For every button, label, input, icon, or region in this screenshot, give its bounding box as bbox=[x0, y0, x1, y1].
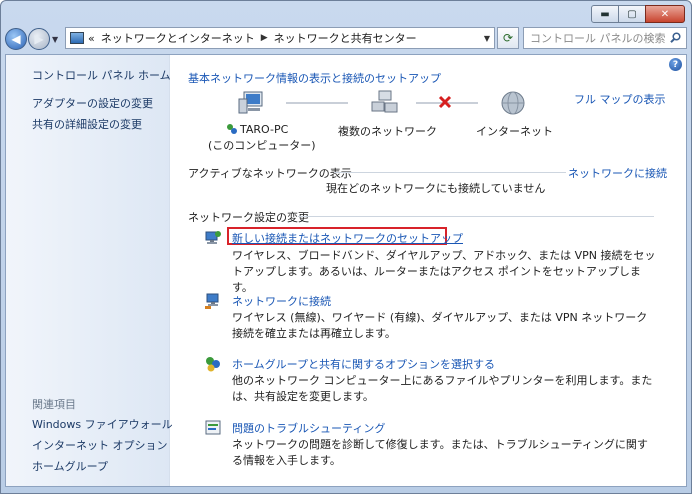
troubleshoot-icon bbox=[205, 420, 221, 435]
internet-globe-icon bbox=[501, 91, 525, 115]
map-internet[interactable]: インターネット bbox=[476, 123, 553, 139]
homegroup-small-icon bbox=[227, 124, 237, 134]
close-button[interactable]: ✕ bbox=[645, 5, 685, 23]
map-connection-line bbox=[286, 102, 348, 104]
forward-button[interactable]: ▶ bbox=[28, 28, 50, 50]
change-settings-heading: ネットワーク設定の変更 bbox=[188, 211, 309, 224]
task-connect-network-desc: ワイヤレス (無線)、ワイヤード (有線)、ダイヤルアップ、または VPN ネッ… bbox=[232, 311, 648, 340]
disconnected-x-icon bbox=[438, 95, 452, 109]
back-arrow-icon: ◀ bbox=[11, 32, 21, 46]
active-networks-heading: アクティブなネットワークの表示 bbox=[188, 167, 352, 180]
window: ▬ ▢ ✕ ◀ ▶ ▼ « ネットワークとインターネット ▶ ネットワークと共有… bbox=[0, 0, 692, 494]
search-icon[interactable] bbox=[670, 32, 681, 43]
task-troubleshoot-desc: ネットワークの問題を診断して修復します。または、トラブルシューティングに関する情… bbox=[232, 438, 648, 467]
minimize-button[interactable]: ▬ bbox=[591, 5, 619, 23]
breadcrumb-prefix[interactable]: « bbox=[88, 32, 95, 45]
breadcrumb-network-internet[interactable]: ネットワークとインターネット bbox=[101, 30, 255, 46]
task-homegroup-desc: 他のネットワーク コンピューター上にあるファイルやプリンターを利用します。または… bbox=[232, 374, 653, 403]
forward-arrow-icon: ▶ bbox=[34, 32, 44, 46]
address-bar[interactable]: « ネットワークとインターネット ▶ ネットワークと共有センター ▼ bbox=[65, 27, 495, 49]
task-troubleshoot-link[interactable]: 問題のトラブルシューティング bbox=[232, 420, 385, 436]
refresh-icon: ⟳ bbox=[502, 31, 514, 45]
back-button[interactable]: ◀ bbox=[5, 28, 27, 50]
navigation-bar: ◀ ▶ ▼ « ネットワークとインターネット ▶ ネットワークと共有センター ▼… bbox=[5, 27, 687, 51]
connect-network-link[interactable]: ネットワークに接続 bbox=[568, 165, 667, 181]
address-dropdown-icon[interactable]: ▼ bbox=[484, 34, 490, 43]
sidebar: コントロール パネル ホーム アダプターの設定の変更 共有の詳細設定の変更 関連… bbox=[6, 55, 173, 486]
main-panel: ? 基本ネットワーク情報の表示と接続のセットアップ フル マップの表示 TARO… bbox=[170, 55, 686, 486]
homegroup-icon bbox=[206, 357, 220, 372]
multiple-networks-icon bbox=[371, 90, 398, 113]
change-settings-divider bbox=[298, 216, 654, 217]
active-networks-divider bbox=[334, 172, 566, 173]
new-connection-icon bbox=[205, 231, 221, 244]
task-homegroup-link[interactable]: ホームグループと共有に関するオプションを選択する bbox=[232, 356, 495, 372]
search-placeholder: コントロール パネルの検索 bbox=[530, 32, 666, 45]
sidebar-item-advanced-sharing[interactable]: 共有の詳細設定の変更 bbox=[32, 116, 142, 132]
map-pc-subtitle: (このコンピューター) bbox=[208, 139, 316, 152]
task-new-connection-desc: ワイヤレス、ブロードバンド、ダイヤルアップ、アドホック、または VPN 接続をセ… bbox=[232, 249, 656, 294]
network-folder-icon bbox=[70, 32, 84, 44]
breadcrumb-sharing-center[interactable]: ネットワークと共有センター bbox=[274, 30, 417, 46]
sidebar-item-homegroup[interactable]: ホームグループ bbox=[32, 458, 108, 474]
computer-icon bbox=[238, 91, 263, 114]
search-box[interactable]: コントロール パネルの検索 bbox=[523, 27, 687, 49]
connect-network-icon bbox=[205, 293, 219, 309]
sidebar-item-adapter-settings[interactable]: アダプターの設定の変更 bbox=[32, 95, 153, 111]
task-new-connection-link[interactable]: 新しい接続またはネットワークのセットアップ bbox=[232, 230, 463, 246]
map-multiple-networks: 複数のネットワーク bbox=[338, 125, 437, 138]
sidebar-item-internet-options[interactable]: インターネット オプション bbox=[32, 437, 168, 453]
recent-pages-dropdown-icon[interactable]: ▼ bbox=[52, 35, 58, 44]
breadcrumb-chevron-icon[interactable]: ▶ bbox=[261, 33, 268, 43]
map-pc-name[interactable]: TARO-PC bbox=[240, 123, 288, 136]
task-connect-network-link[interactable]: ネットワークに接続 bbox=[232, 293, 331, 309]
full-map-link[interactable]: フル マップの表示 bbox=[574, 91, 666, 107]
refresh-button[interactable]: ⟳ bbox=[497, 27, 519, 49]
caption-buttons: ▬ ▢ ✕ bbox=[591, 5, 685, 23]
no-connection-status: 現在どのネットワークにも接続していません bbox=[326, 182, 546, 195]
sidebar-item-firewall[interactable]: Windows ファイアウォール bbox=[32, 416, 173, 432]
help-icon[interactable]: ? bbox=[669, 58, 682, 71]
page-title: 基本ネットワーク情報の表示と接続のセットアップ bbox=[188, 72, 441, 85]
sidebar-item-control-panel-home[interactable]: コントロール パネル ホーム bbox=[32, 67, 171, 83]
maximize-button[interactable]: ▢ bbox=[618, 5, 646, 23]
sidebar-related-heading: 関連項目 bbox=[32, 398, 76, 411]
content-area: コントロール パネル ホーム アダプターの設定の変更 共有の詳細設定の変更 関連… bbox=[5, 54, 687, 487]
